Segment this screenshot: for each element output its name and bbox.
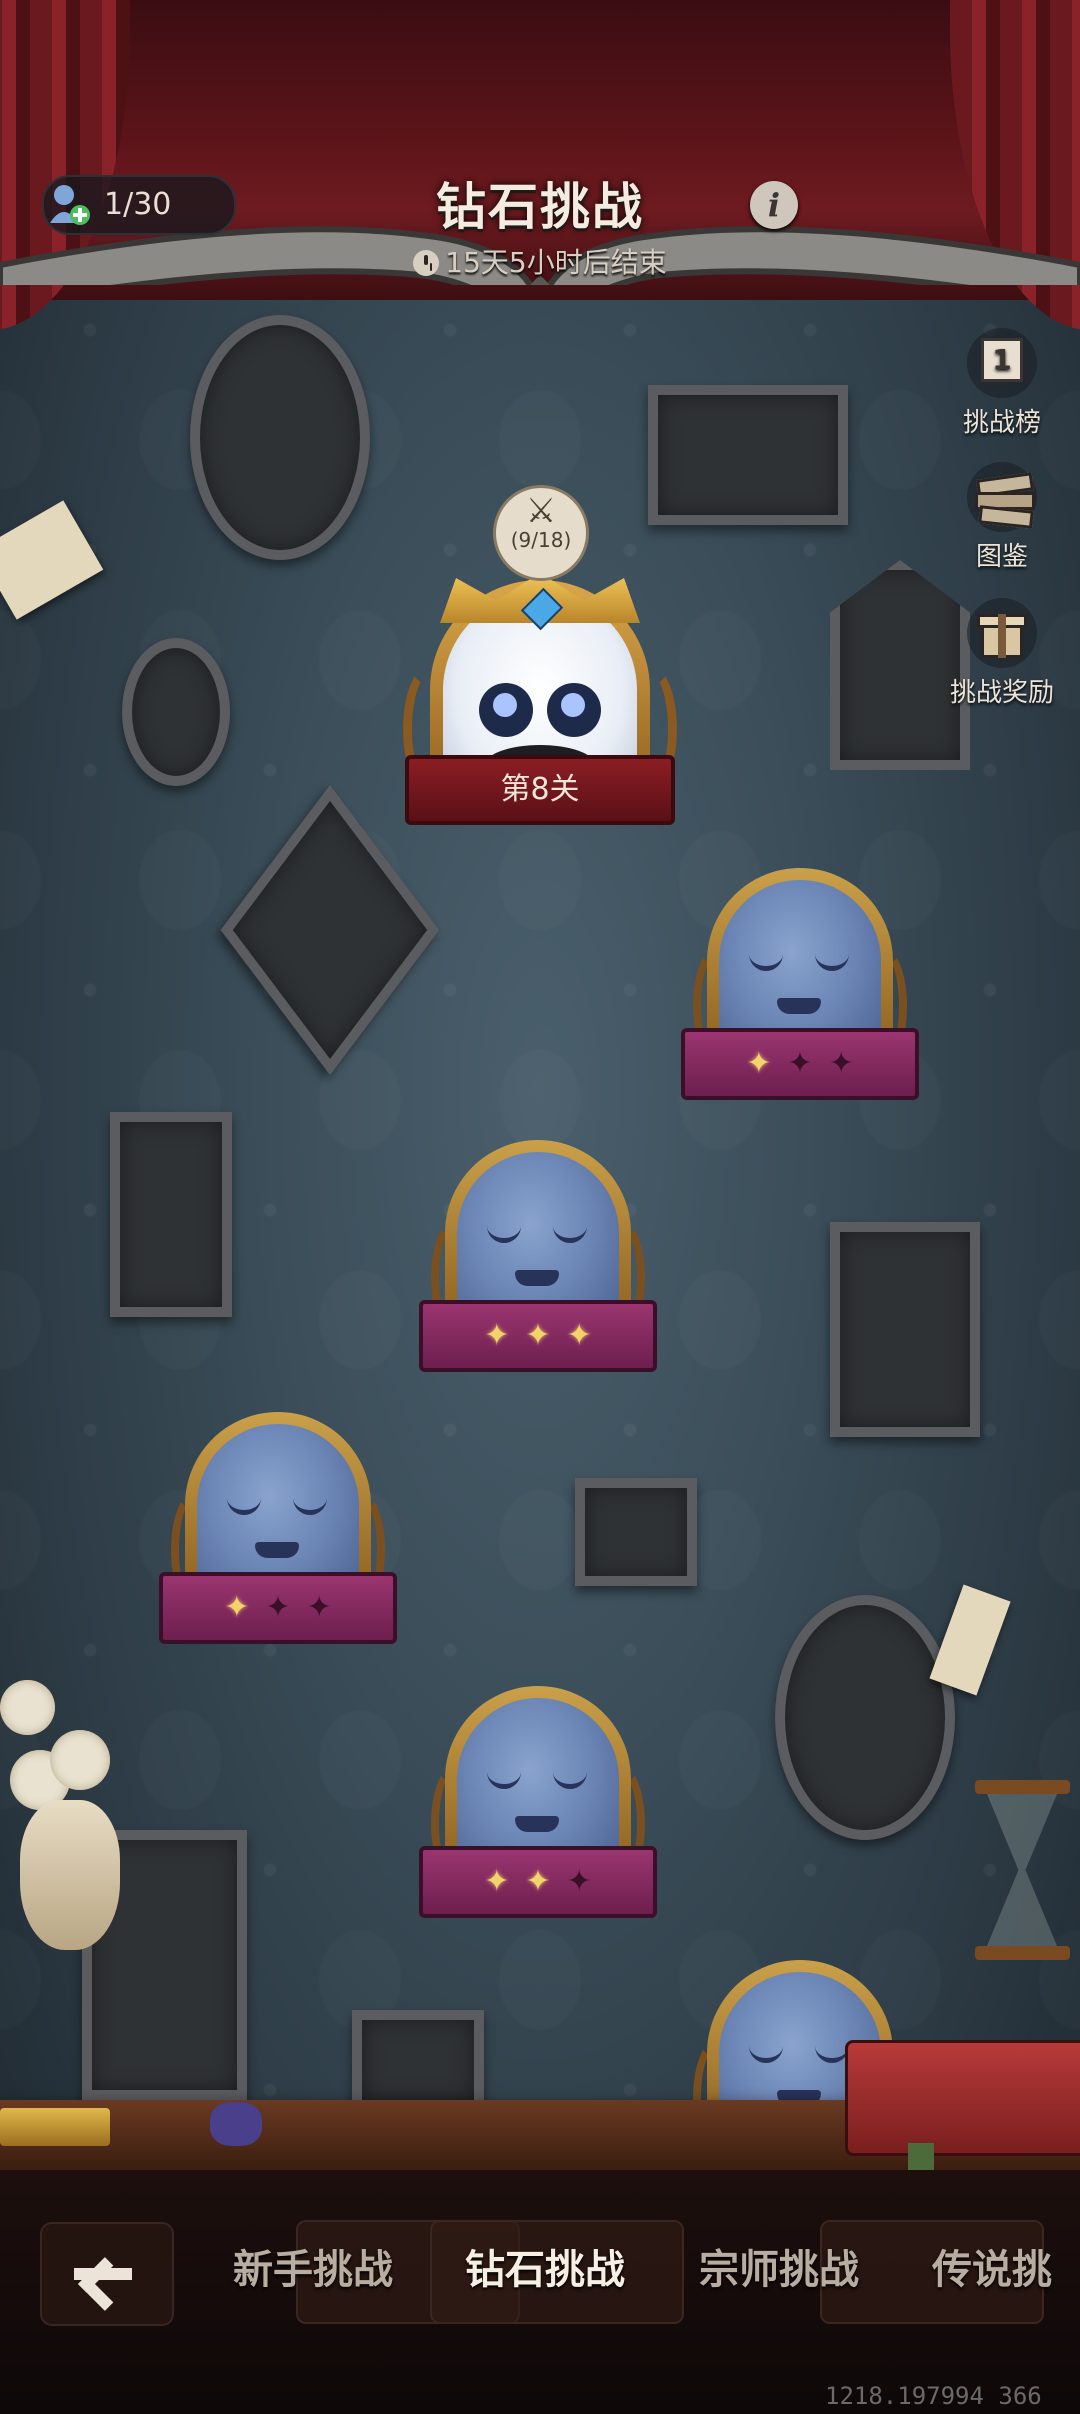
wall-frame-rect — [830, 1222, 980, 1437]
add-player-icon — [50, 185, 90, 225]
star-filled-icon: ✦ — [525, 1318, 551, 1353]
attempts-badge: ⚔ (9/18) — [493, 485, 589, 581]
gold-bar — [0, 2108, 110, 2146]
challenge-rewards-label: 挑战奖励 — [949, 678, 1054, 708]
mouth — [777, 998, 821, 1014]
game-screen: 1/30 钻石挑战 15天5小时后结束 i 1 挑战榜 图鉴 挑战奖励 ⚔ (9… — [0, 0, 1080, 2414]
player-count-text: 1/30 — [104, 187, 172, 222]
coordinate-readout: 1218.197994 366 — [825, 2382, 1042, 2410]
star-ribbon: ✦ ✦ ✦ — [419, 1300, 657, 1372]
info-button[interactable]: i — [750, 181, 798, 229]
star-filled-icon: ✦ — [525, 1864, 551, 1899]
red-book — [845, 2040, 1080, 2156]
mouth — [255, 1542, 299, 1558]
level-node[interactable]: ✦ ✦ ✦ — [675, 868, 925, 1118]
mouth — [515, 1270, 559, 1286]
collection-label: 图鉴 — [975, 542, 1028, 572]
gift-box-icon — [967, 598, 1037, 668]
closed-eyes — [487, 1222, 587, 1243]
wall-frame-oval — [775, 1595, 955, 1840]
level-node[interactable]: ✦ ✦ ✦ — [413, 1140, 663, 1390]
wall-frame-rect — [110, 1112, 232, 1317]
star-filled-icon: ✦ — [746, 1046, 772, 1081]
star-ribbon: ✦ ✦ ✦ — [159, 1572, 397, 1644]
clock-icon — [413, 250, 440, 276]
closed-eyes — [749, 950, 849, 971]
book-stack-icon — [967, 462, 1037, 532]
wall-frame-small — [575, 1478, 697, 1586]
wall-frame-small — [352, 2010, 484, 2110]
mouth — [515, 1816, 559, 1832]
star-empty-icon: ✦ — [265, 1590, 291, 1625]
star-empty-icon: ✦ — [787, 1046, 813, 1081]
tab-novice-challenge[interactable]: 新手挑战 — [198, 2235, 428, 2305]
title-box: 钻石挑战 15天5小时后结束 — [330, 155, 750, 305]
star-filled-icon: ✦ — [566, 1318, 592, 1353]
star-ribbon: ✦ ✦ ✦ — [419, 1846, 657, 1918]
current-level-node[interactable]: ⚔ (9/18) 第8关 — [395, 485, 685, 835]
attempts-count: (9/18) — [510, 528, 572, 552]
star-filled-icon: ✦ — [484, 1864, 510, 1899]
tab-legend-challenge[interactable]: 传说挑战 — [898, 2235, 1080, 2305]
leaderboard-label: 挑战榜 — [962, 408, 1041, 438]
mouth — [777, 2090, 821, 2100]
gem-pile — [210, 2102, 262, 2146]
star-ribbon: ✦ ✦ ✦ — [681, 1028, 919, 1100]
closed-eyes — [487, 1768, 587, 1789]
level-label-ribbon: 第8关 — [405, 755, 675, 825]
back-button[interactable] — [40, 2222, 174, 2326]
star-empty-icon: ✦ — [306, 1590, 332, 1625]
closed-eyes — [227, 1494, 327, 1515]
level-node[interactable]: ✦ ✦ ✦ — [413, 1686, 663, 1936]
leaderboard-icon: 1 — [967, 328, 1037, 398]
collection-button[interactable]: 图鉴 — [942, 462, 1062, 573]
challenge-rewards-button[interactable]: 挑战奖励 — [942, 598, 1062, 709]
closed-eyes — [749, 2042, 849, 2063]
star-filled-icon: ✦ — [484, 1318, 510, 1353]
star-empty-icon: ✦ — [828, 1046, 854, 1081]
leaderboard-button[interactable]: 1 挑战榜 — [942, 328, 1062, 439]
tab-grandmaster-challenge[interactable]: 宗师挑战 — [664, 2235, 894, 2305]
level-node[interactable]: ✦ ✦ ✦ — [153, 1412, 403, 1662]
star-filled-icon: ✦ — [224, 1590, 250, 1625]
countdown-text: 15天5小时后结束 — [330, 241, 750, 281]
wall-frame-oval — [122, 638, 230, 786]
player-count-badge[interactable]: 1/30 — [42, 175, 236, 235]
page-title: 钻石挑战 — [436, 178, 644, 236]
flower-vase — [0, 1650, 130, 1960]
tab-diamond-challenge[interactable]: 钻石挑战 — [430, 2235, 660, 2305]
star-empty-icon: ✦ — [566, 1864, 592, 1899]
hourglass-icon — [965, 1780, 1080, 1960]
rank-badge: 1 — [981, 338, 1023, 382]
